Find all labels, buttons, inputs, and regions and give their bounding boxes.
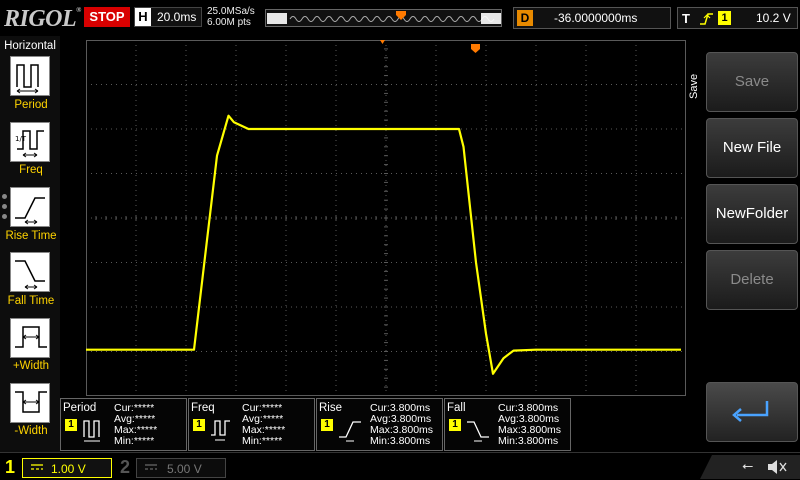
memory-waveform-icon	[267, 11, 501, 24]
usb-icon: ⭠	[742, 457, 754, 473]
ch1-scale: 1.00 V	[51, 462, 86, 476]
dc-coupling-icon	[145, 464, 157, 470]
meas-source-badge: 1	[65, 419, 77, 431]
plus-width-label: +Width	[12, 360, 50, 372]
trigger-level: 10.2 V	[756, 11, 791, 25]
enter-button[interactable]	[706, 382, 798, 442]
delay-label: D	[517, 10, 533, 26]
trigger-source-badge: 1	[718, 11, 731, 25]
freq-button[interactable]: 1/T	[10, 122, 50, 162]
brand-logo: RIGOL®	[4, 6, 81, 32]
horizontal-label: H	[135, 8, 151, 26]
timebase-value: 20.0ms	[157, 10, 197, 24]
svg-text:1/T: 1/T	[15, 135, 27, 143]
trigger-position-marker	[396, 11, 406, 20]
measurement-freq[interactable]: Freq 1 Cur:***** Avg:***** Max:***** Min…	[188, 398, 315, 451]
ch1-scale-box: 1.00 V	[22, 458, 112, 478]
meas-name: Period	[63, 402, 97, 414]
meas-min: Min:3.800ms	[498, 435, 559, 447]
rise-time-icon	[15, 197, 45, 225]
fall-time-label: Fall Time	[7, 295, 55, 307]
memory-overview-bar	[265, 9, 502, 27]
meas-min: Min:*****	[242, 435, 283, 447]
dc-coupling-icon	[31, 464, 43, 470]
measurement-results: Period 1 Cur:***** Avg:***** Max:***** M…	[60, 398, 700, 452]
channel-status-bar: 1 1.00 V 2 5.00 V ⭠	[0, 452, 800, 480]
trigger-label: T	[682, 11, 690, 26]
ch2-scale: 5.00 V	[167, 462, 202, 476]
measurement-fall[interactable]: Fall 1 Cur:3.800ms Avg:3.800ms Max:3.800…	[444, 398, 571, 451]
new-folder-button[interactable]: NewFolder	[706, 184, 798, 244]
top-status-bar: RIGOL® STOP H 20.0ms 25.0MSa/s 6.00M pts…	[0, 0, 800, 36]
fall-time-icon	[15, 260, 45, 290]
delete-button[interactable]: Delete	[706, 250, 798, 310]
ch1-waveform-trace	[86, 114, 681, 375]
save-menu-panel: Save Save New File NewFolder Delete	[688, 36, 800, 452]
meas-name: Fall	[447, 402, 466, 414]
delay-value: -36.0000000ms	[554, 11, 638, 25]
meas-source-badge: 1	[449, 419, 461, 431]
minus-width-label: -Width	[14, 425, 48, 437]
trigger-position-marker	[380, 40, 480, 53]
rise-time-button[interactable]	[10, 187, 50, 227]
measure-category-title: Horizontal	[4, 40, 56, 52]
page-indicator-dots	[2, 194, 7, 224]
meas-min: Min:*****	[114, 435, 155, 447]
waveform-display[interactable]	[86, 40, 686, 396]
run-stop-indicator[interactable]: STOP	[84, 7, 130, 27]
graticule	[86, 40, 686, 396]
fall-time-button[interactable]	[10, 252, 50, 292]
meas-source-badge: 1	[321, 419, 333, 431]
rising-edge-icon	[700, 13, 713, 25]
system-status-icons: ⭠	[700, 455, 800, 479]
plus-width-button[interactable]	[10, 318, 50, 358]
ch2-status[interactable]: 2 5.00 V	[118, 455, 226, 479]
meas-name: Rise	[319, 402, 343, 414]
minus-width-button[interactable]	[10, 383, 50, 423]
rise-time-label: Rise Time	[5, 230, 57, 242]
horizontal-timebase[interactable]: H 20.0ms	[134, 7, 202, 27]
trigger-readout[interactable]: T 1 10.2 V	[677, 7, 798, 29]
ch2-number: 2	[120, 457, 131, 477]
delay-readout[interactable]: D -36.0000000ms	[513, 7, 671, 29]
minus-width-icon	[15, 391, 47, 413]
save-menu-tab[interactable]: Save	[688, 66, 702, 106]
freq-icon: 1/T	[15, 130, 44, 158]
sample-rate: 25.0MSa/s	[207, 6, 255, 17]
speaker-muted-icon[interactable]	[766, 458, 788, 476]
rise-time-icon	[339, 421, 361, 442]
ch2-scale-box: 5.00 V	[136, 458, 226, 478]
memory-depth: 6.00M pts	[207, 17, 251, 28]
freq-label: Freq	[19, 164, 43, 176]
fall-time-icon	[467, 421, 489, 442]
period-button[interactable]	[10, 56, 50, 96]
meas-name: Freq	[191, 402, 215, 414]
measurement-rise[interactable]: Rise 1 Cur:3.800ms Avg:3.800ms Max:3.800…	[316, 398, 443, 451]
save-button[interactable]: Save	[706, 52, 798, 112]
ch1-status[interactable]: 1 1.00 V	[0, 455, 112, 479]
plus-width-icon	[15, 326, 47, 348]
freq-icon	[211, 420, 230, 441]
measurement-period[interactable]: Period 1 Cur:***** Avg:***** Max:***** M…	[60, 398, 187, 451]
ch1-number: 1	[5, 457, 16, 477]
enter-icon	[732, 401, 769, 422]
meas-min: Min:3.800ms	[370, 435, 431, 447]
period-icon	[16, 64, 39, 94]
new-file-button[interactable]: New File	[706, 118, 798, 178]
meas-source-badge: 1	[193, 419, 205, 431]
period-label: Period	[14, 99, 48, 111]
period-icon	[83, 420, 100, 442]
sample-info: 25.0MSa/s 6.00M pts	[207, 6, 255, 28]
measure-menu-panel: Horizontal Period 1/T Freq Rise Time Fal…	[0, 36, 60, 452]
